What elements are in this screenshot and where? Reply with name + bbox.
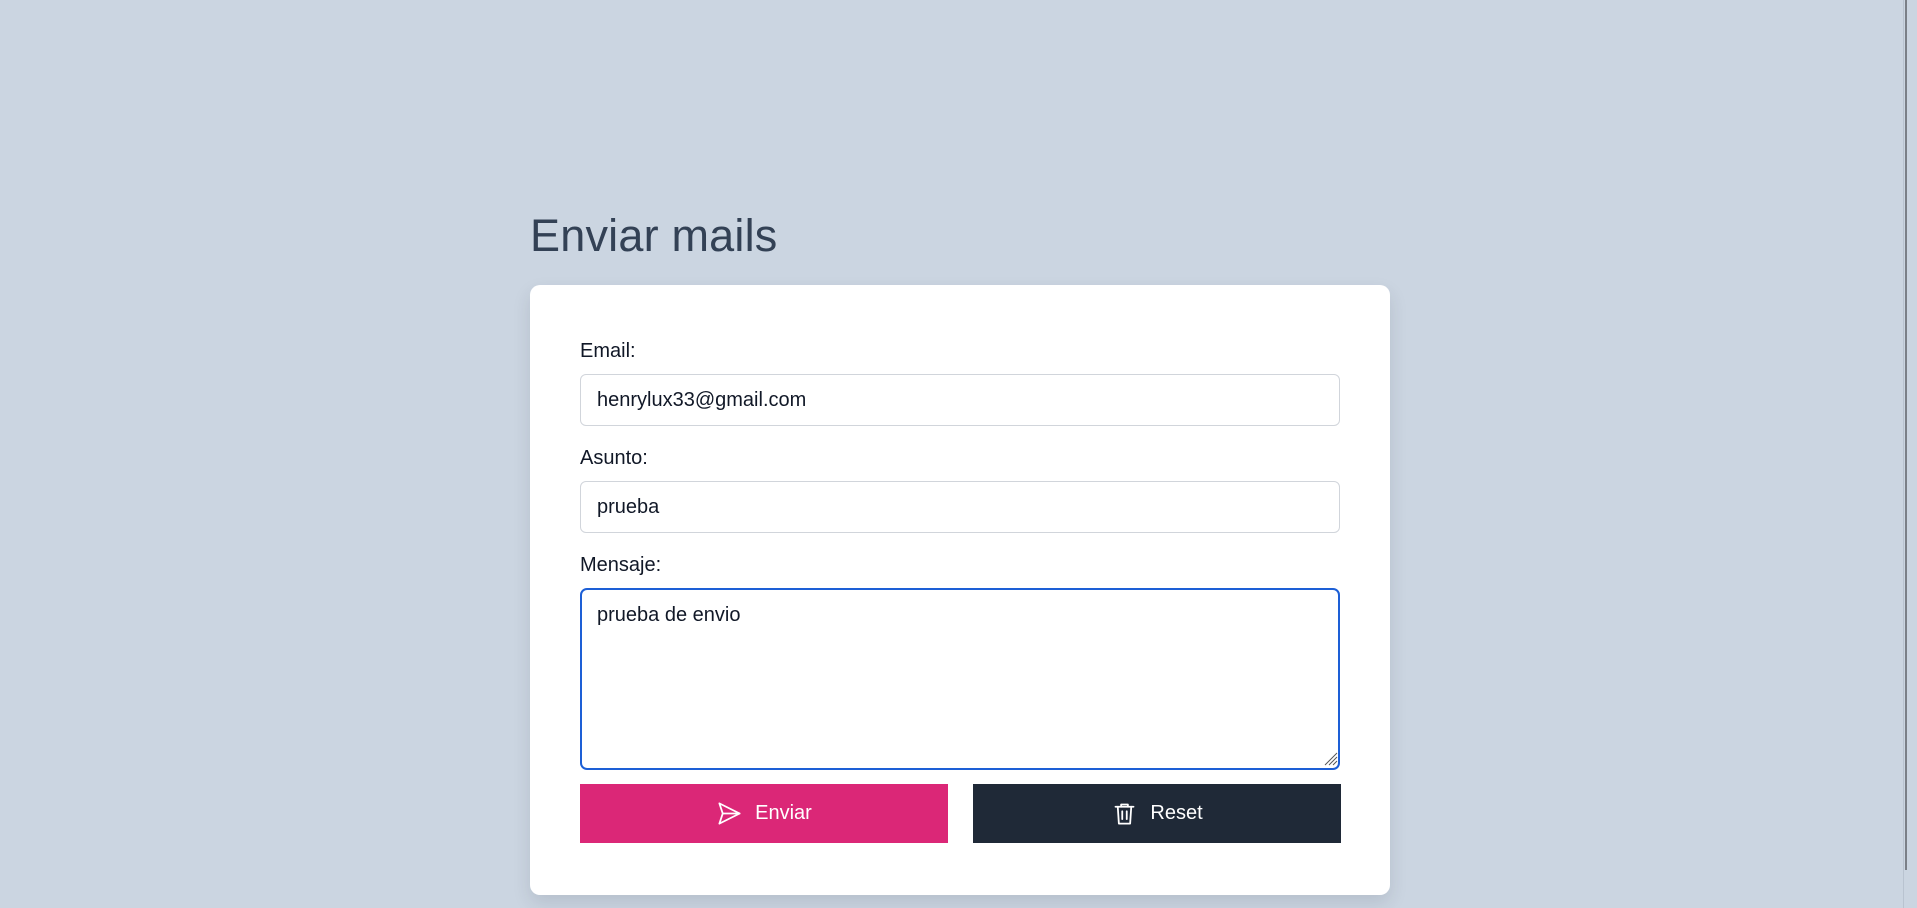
- send-icon: [716, 800, 743, 827]
- send-button[interactable]: Enviar: [580, 784, 948, 843]
- reset-button-label: Reset: [1150, 802, 1203, 824]
- page-title: Enviar mails: [530, 210, 778, 261]
- subject-input[interactable]: [580, 481, 1340, 533]
- scrollbar-thumb[interactable]: [1905, 0, 1907, 870]
- mail-form-card: Email: Asunto: Mensaje: prueba de envio …: [530, 285, 1390, 895]
- subject-label: Asunto:: [580, 447, 648, 469]
- page-scrollbar[interactable]: [1903, 0, 1917, 908]
- reset-button[interactable]: Reset: [973, 784, 1341, 843]
- email-input[interactable]: [580, 374, 1340, 426]
- send-button-label: Enviar: [755, 802, 812, 824]
- email-label: Email:: [580, 340, 636, 362]
- resize-grip-icon[interactable]: [1324, 752, 1338, 766]
- trash-icon: [1111, 800, 1138, 827]
- message-label: Mensaje:: [580, 554, 662, 576]
- message-textarea[interactable]: prueba de envio: [580, 588, 1340, 770]
